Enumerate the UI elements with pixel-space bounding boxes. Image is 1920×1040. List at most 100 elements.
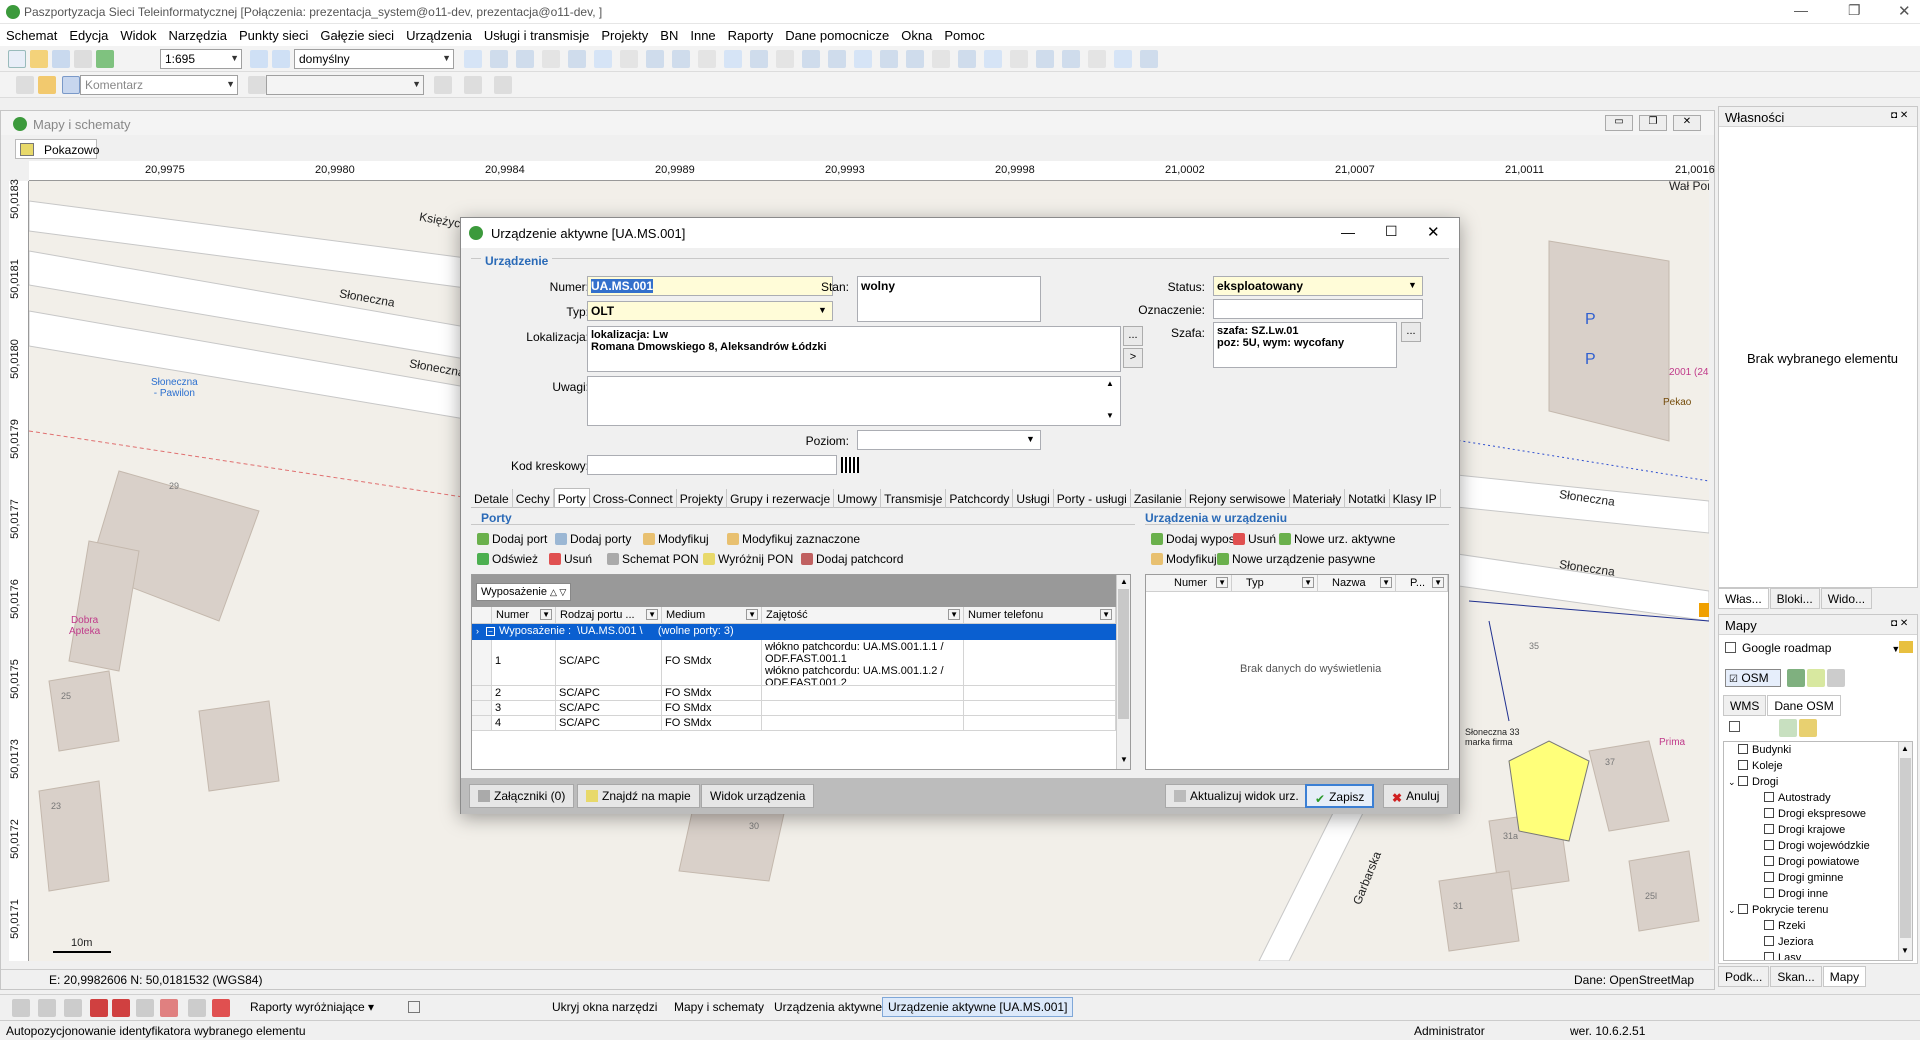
tab-usługi[interactable]: Usługi <box>1013 489 1054 508</box>
ports-scrollbar[interactable]: ▲ ▼ <box>1116 575 1130 769</box>
zoom-extent-icon[interactable] <box>272 50 290 68</box>
layer-item[interactable]: Drogi krajowe <box>1754 824 1845 836</box>
filter-icon[interactable]: ▼ <box>646 609 658 620</box>
tab-klasy-ip[interactable]: Klasy IP <box>1390 489 1441 508</box>
restore-icon[interactable]: ❐ <box>1848 2 1861 19</box>
align-icon[interactable] <box>802 50 820 68</box>
google-roadmap-option[interactable]: Google roadmap ▼ <box>1725 641 1900 655</box>
tab-detale[interactable]: Detale <box>471 489 513 508</box>
menu-item[interactable]: Dane pomocnicze <box>779 24 895 43</box>
layer-item[interactable]: Drogi gminne <box>1754 872 1843 884</box>
cabinet-field[interactable]: szafa: SZ.Lw.01 poz: 5U, wym: wycofany <box>1213 322 1397 368</box>
pin-icon[interactable]: ◘ ✕ <box>1891 618 1908 629</box>
menu-item[interactable]: Edycja <box>63 24 114 43</box>
close-icon[interactable] <box>958 50 976 68</box>
scroll-up-icon[interactable]: ▲ <box>1106 379 1114 388</box>
layer-item[interactable]: Drogi inne <box>1754 888 1828 900</box>
level-select[interactable]: ▼ <box>857 430 1041 450</box>
hide-tools-button[interactable]: Ukryj okna narzędzi <box>552 1000 657 1014</box>
tab-porty-usługi[interactable]: Porty - usługi <box>1054 489 1131 508</box>
layer-item[interactable]: Drogi ekspresowe <box>1754 808 1866 820</box>
tree-scrollbar[interactable]: ▲ ▼ <box>1898 742 1912 960</box>
scroll-up-icon[interactable]: ▲ <box>1120 577 1128 586</box>
checkbox[interactable] <box>1738 904 1748 914</box>
table-cell[interactable] <box>762 716 964 731</box>
filter-icon[interactable]: ▼ <box>1216 577 1228 588</box>
route-icon[interactable] <box>464 76 482 94</box>
line-icon[interactable] <box>434 76 452 94</box>
device-view-button[interactable]: Widok urządzenia <box>701 784 815 808</box>
pointer-icon[interactable] <box>16 76 34 94</box>
attachments-button[interactable]: Załączniki (0) <box>469 784 575 808</box>
new-icon[interactable] <box>8 50 26 68</box>
ports-action-button[interactable]: Dodaj patchcord <box>801 552 903 566</box>
style-icon[interactable] <box>1827 669 1845 687</box>
table-cell[interactable] <box>762 686 964 701</box>
ports-action-button[interactable]: Wyróżnij PON <box>703 552 793 566</box>
column-header[interactable]: Medium ▼ <box>662 607 762 624</box>
dialog-maximize-icon[interactable]: ☐ <box>1385 223 1398 240</box>
tab-wms[interactable]: WMS <box>1723 695 1767 716</box>
menu-item[interactable]: Okna <box>895 24 938 43</box>
tab-patchcordy[interactable]: Patchcordy <box>946 489 1014 508</box>
menu-item[interactable]: Raporty <box>722 24 780 43</box>
table-icon[interactable] <box>698 50 716 68</box>
table-cell[interactable]: SC/APC <box>556 640 662 686</box>
osm-toggle[interactable]: ☑ OSM <box>1725 669 1781 687</box>
checkbox[interactable] <box>1738 744 1748 754</box>
checkbox[interactable] <box>1725 642 1736 653</box>
annotate-icon[interactable] <box>62 76 80 94</box>
align-right-icon[interactable] <box>828 50 846 68</box>
layer-item[interactable]: Budynki <box>1728 744 1791 756</box>
edit-icon[interactable] <box>136 999 154 1017</box>
table-cell[interactable]: SC/APC <box>556 686 662 701</box>
tab-scans[interactable]: Skan... <box>1770 966 1822 987</box>
scroll-down-icon[interactable]: ▼ <box>1106 411 1114 420</box>
cancel-button[interactable]: ✖ Anuluj <box>1383 784 1449 808</box>
location-field[interactable]: lokalizacja: Lw Romana Dmowskiego 8, Alek… <box>587 326 1121 372</box>
filter-icon[interactable]: ▼ <box>1432 577 1444 588</box>
filter-icon[interactable]: ▼ <box>1100 609 1112 620</box>
checkbox[interactable] <box>1738 760 1748 770</box>
tab-cechy[interactable]: Cechy <box>513 489 554 508</box>
layer-item[interactable]: Drogi wojewódzkie <box>1754 840 1870 852</box>
tab-umowy[interactable]: Umowy <box>834 489 882 508</box>
scroll-down-icon[interactable]: ▼ <box>1901 946 1909 955</box>
tab-zasilanie[interactable]: Zasilanie <box>1131 489 1186 508</box>
checkbox[interactable] <box>1738 776 1748 786</box>
row-indicator[interactable] <box>472 701 492 716</box>
table-cell[interactable] <box>964 640 1116 686</box>
maps-minimize-button[interactable]: ▭ <box>1605 115 1633 131</box>
refresh-icon[interactable] <box>96 50 114 68</box>
checkbox[interactable] <box>1764 888 1774 898</box>
tab-porty[interactable]: Porty <box>553 488 590 507</box>
stop-icon[interactable] <box>90 999 108 1017</box>
tab-grupy-i-rezerwacje[interactable]: Grupy i rezerwacje <box>727 489 835 508</box>
print-icon[interactable] <box>74 50 92 68</box>
branch-add-icon[interactable] <box>776 50 794 68</box>
checkbox[interactable] <box>1764 920 1774 930</box>
table-cell[interactable]: 3 <box>492 701 556 716</box>
row-indicator[interactable] <box>472 640 492 686</box>
person-alt-icon[interactable] <box>1140 50 1158 68</box>
barcode-icon[interactable] <box>841 457 859 473</box>
column-header[interactable]: Zajętość ▼ <box>762 607 964 624</box>
window-tab-maps[interactable]: Mapy i schematy <box>674 1000 764 1014</box>
open-icon[interactable] <box>30 50 48 68</box>
globe-icon[interactable] <box>1088 50 1106 68</box>
menu-item[interactable]: Urządzenia <box>400 24 478 43</box>
filter-icon[interactable]: ▼ <box>948 609 960 620</box>
menu-item[interactable]: Narzędzia <box>162 24 233 43</box>
location-goto-button[interactable]: > <box>1123 348 1143 368</box>
devices-action-button[interactable]: Usuń <box>1233 532 1276 546</box>
ports-action-button[interactable]: Modyfikuj zaznaczone <box>727 532 860 546</box>
layer-item[interactable]: Drogi powiatowe <box>1754 856 1859 868</box>
save-icon[interactable] <box>52 50 70 68</box>
maps-restore-button[interactable]: ❐ <box>1639 115 1667 131</box>
snap-icon[interactable] <box>932 50 950 68</box>
key-icon[interactable] <box>1899 641 1913 653</box>
column-header[interactable]: Numer ▼ <box>492 607 556 624</box>
reports-dropdown[interactable]: Raporty wyróżniające ▾ <box>250 1000 374 1014</box>
column-header[interactable]: P... ▼ <box>1396 575 1448 592</box>
branch-icon[interactable] <box>750 50 768 68</box>
